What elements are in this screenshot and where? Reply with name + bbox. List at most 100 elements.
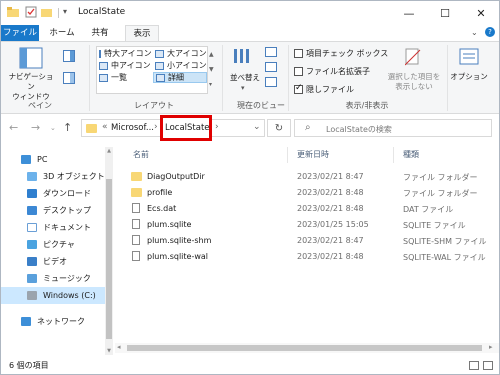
- tab-share[interactable]: 共有: [85, 25, 115, 41]
- layout-medium-icons[interactable]: 中アイコン: [97, 60, 151, 71]
- file-type: ファイル フォルダー: [403, 173, 478, 182]
- minimize-button[interactable]: —: [391, 1, 427, 25]
- sidebar-item-windows-c[interactable]: Windows (C:): [1, 287, 105, 304]
- breadcrumb-overflow-icon[interactable]: «: [102, 122, 108, 132]
- options-button[interactable]: オプション: [449, 72, 489, 82]
- sidebar-item-pc[interactable]: PC: [1, 151, 105, 168]
- hidden-items-checkbox[interactable]: [294, 83, 303, 94]
- column-header-name[interactable]: 名前: [133, 149, 149, 160]
- recent-locations-icon[interactable]: ⌄: [50, 124, 56, 132]
- address-dropdown-icon[interactable]: ⌄: [253, 122, 261, 132]
- layout-extra-large-icons[interactable]: 特大アイコン: [97, 48, 152, 59]
- breadcrumb-parent[interactable]: Microsof...: [111, 123, 154, 133]
- sort-dropdown-icon[interactable]: ▾: [241, 84, 245, 92]
- file-list-scroll-thumb[interactable]: [127, 345, 482, 351]
- window-title: LocalState: [78, 7, 126, 17]
- customize-quick-access-icon[interactable]: ▾: [63, 7, 67, 16]
- layout-large-icons[interactable]: 大アイコン: [153, 48, 207, 59]
- sidebar-item-music[interactable]: ミュージック: [1, 270, 105, 287]
- up-arrow-icon[interactable]: ↑: [63, 121, 72, 134]
- add-columns-icon[interactable]: [265, 62, 277, 74]
- sidebar-item-documents[interactable]: ドキュメント: [1, 219, 105, 236]
- table-row[interactable]: DiagOutputDir 2023/02/21 8:47 ファイル フォルダー: [129, 169, 495, 185]
- quick-access-separator: [58, 8, 59, 18]
- scroll-down-icon[interactable]: ▼: [105, 348, 113, 354]
- sidebar-item-videos[interactable]: ビデオ: [1, 253, 105, 270]
- table-row[interactable]: Ecs.dat 2023/02/21 8:48 DAT ファイル: [129, 201, 495, 217]
- table-row[interactable]: profile 2023/02/21 8:48 ファイル フォルダー: [129, 185, 495, 201]
- ribbon-separator: [222, 45, 223, 111]
- navigation-pane-button[interactable]: ナビゲーション ウィンドウ: [5, 72, 57, 102]
- search-box[interactable]: ⌕ LocalStateの検索: [294, 119, 492, 137]
- layout-list[interactable]: 一覧: [97, 72, 151, 83]
- sidebar-item-network[interactable]: ネットワーク: [1, 313, 105, 330]
- extensions-toggle[interactable]: ファイル名拡張子: [294, 66, 370, 77]
- expand-ribbon-icon[interactable]: ⌄: [471, 28, 478, 37]
- help-icon[interactable]: ?: [485, 27, 495, 37]
- ribbon-tabs: ファイル ホーム 共有 表示 ⌄ ?: [1, 25, 499, 41]
- layout-group-label: レイアウト: [134, 101, 174, 110]
- sort-by-icon[interactable]: [232, 47, 254, 69]
- close-button[interactable]: ✕: [463, 1, 499, 25]
- column-separator[interactable]: [393, 147, 394, 163]
- preview-pane-icon[interactable]: [63, 50, 75, 64]
- breadcrumb-separator-icon[interactable]: ›: [215, 122, 219, 132]
- file-type: ファイル フォルダー: [403, 189, 478, 198]
- details-view-toggle-icon[interactable]: [469, 361, 479, 370]
- size-columns-icon[interactable]: [265, 77, 277, 89]
- scroll-right-icon[interactable]: ▸: [489, 343, 493, 351]
- tab-file[interactable]: ファイル: [1, 25, 39, 41]
- file-date: 2023/02/21 8:48: [297, 204, 364, 213]
- scroll-up-icon[interactable]: ▲: [105, 148, 113, 154]
- layout-scroll-icon[interactable]: ▲ ▼ ▾: [209, 47, 214, 92]
- table-row[interactable]: plum.sqlite 2023/01/25 15:05 SQLITE ファイル: [129, 217, 495, 233]
- layout-details[interactable]: 詳細: [153, 72, 207, 83]
- new-folder-icon[interactable]: [41, 6, 53, 18]
- column-header-date[interactable]: 更新日時: [297, 149, 329, 160]
- tab-view[interactable]: 表示: [125, 25, 159, 41]
- table-row[interactable]: plum.sqlite-shm 2023/02/21 8:47 SQLITE-S…: [129, 233, 495, 249]
- group-by-icon[interactable]: [265, 47, 277, 59]
- file-type: SQLITE-SHM ファイル: [403, 237, 487, 246]
- properties-icon[interactable]: [25, 6, 37, 18]
- medium-icons-icon: [99, 61, 108, 70]
- refresh-button[interactable]: ↻: [267, 119, 291, 137]
- breadcrumb-current-highlight[interactable]: LocalState: [160, 115, 212, 141]
- extensions-checkbox[interactable]: [294, 67, 303, 76]
- network-icon: [21, 317, 31, 326]
- sidebar-scrollbar[interactable]: ▲ ▼: [105, 147, 113, 355]
- documents-icon: [27, 223, 37, 232]
- item-count: 6 個の項目: [9, 361, 49, 370]
- download-icon: [27, 189, 37, 198]
- large-icons-icon: [155, 49, 164, 58]
- table-row[interactable]: plum.sqlite-wal 2023/02/21 8:48 SQLITE-W…: [129, 249, 495, 265]
- back-arrow-icon[interactable]: ←: [9, 121, 18, 134]
- address-bar[interactable]: « Microsof... › LocalState › ⌄: [81, 115, 265, 141]
- navigation-pane-icon[interactable]: [19, 47, 43, 71]
- sidebar-item-3d-objects[interactable]: 3D オブジェクト: [1, 168, 105, 185]
- breadcrumb-separator-icon[interactable]: ›: [154, 122, 158, 132]
- options-icon[interactable]: [459, 48, 479, 68]
- details-pane-icon[interactable]: [63, 72, 75, 86]
- sidebar-item-desktop[interactable]: デスクトップ: [1, 202, 105, 219]
- hide-selected-button[interactable]: 選択した項目を 表示しない: [383, 72, 445, 92]
- large-icons-toggle-icon[interactable]: [483, 361, 493, 370]
- file-list-scrollbar[interactable]: ◂ ▸: [115, 343, 499, 353]
- hidden-items-toggle[interactable]: 隠しファイル: [294, 83, 354, 95]
- breadcrumb-current[interactable]: LocalState: [165, 123, 210, 133]
- layout-small-icons[interactable]: 小アイコン: [153, 60, 207, 71]
- column-header-type[interactable]: 種類: [403, 149, 419, 160]
- item-checkbox-toggle[interactable]: 項目チェック ボックス: [294, 48, 388, 59]
- column-separator[interactable]: [287, 147, 288, 163]
- sidebar-scroll-thumb[interactable]: [106, 179, 112, 339]
- maximize-button[interactable]: ☐: [427, 1, 463, 25]
- item-checkbox-checkbox[interactable]: [294, 49, 303, 58]
- current-view-group-label: 現在のビュー: [237, 101, 285, 110]
- search-input[interactable]: LocalStateの検索: [326, 124, 392, 135]
- scroll-left-icon[interactable]: ◂: [117, 343, 121, 351]
- sidebar-item-pictures[interactable]: ピクチャ: [1, 236, 105, 253]
- forward-arrow-icon[interactable]: →: [31, 121, 40, 134]
- sidebar-item-downloads[interactable]: ダウンロード: [1, 185, 105, 202]
- tab-home[interactable]: ホーム: [45, 25, 79, 41]
- sort-by-button[interactable]: 並べ替え: [225, 73, 265, 83]
